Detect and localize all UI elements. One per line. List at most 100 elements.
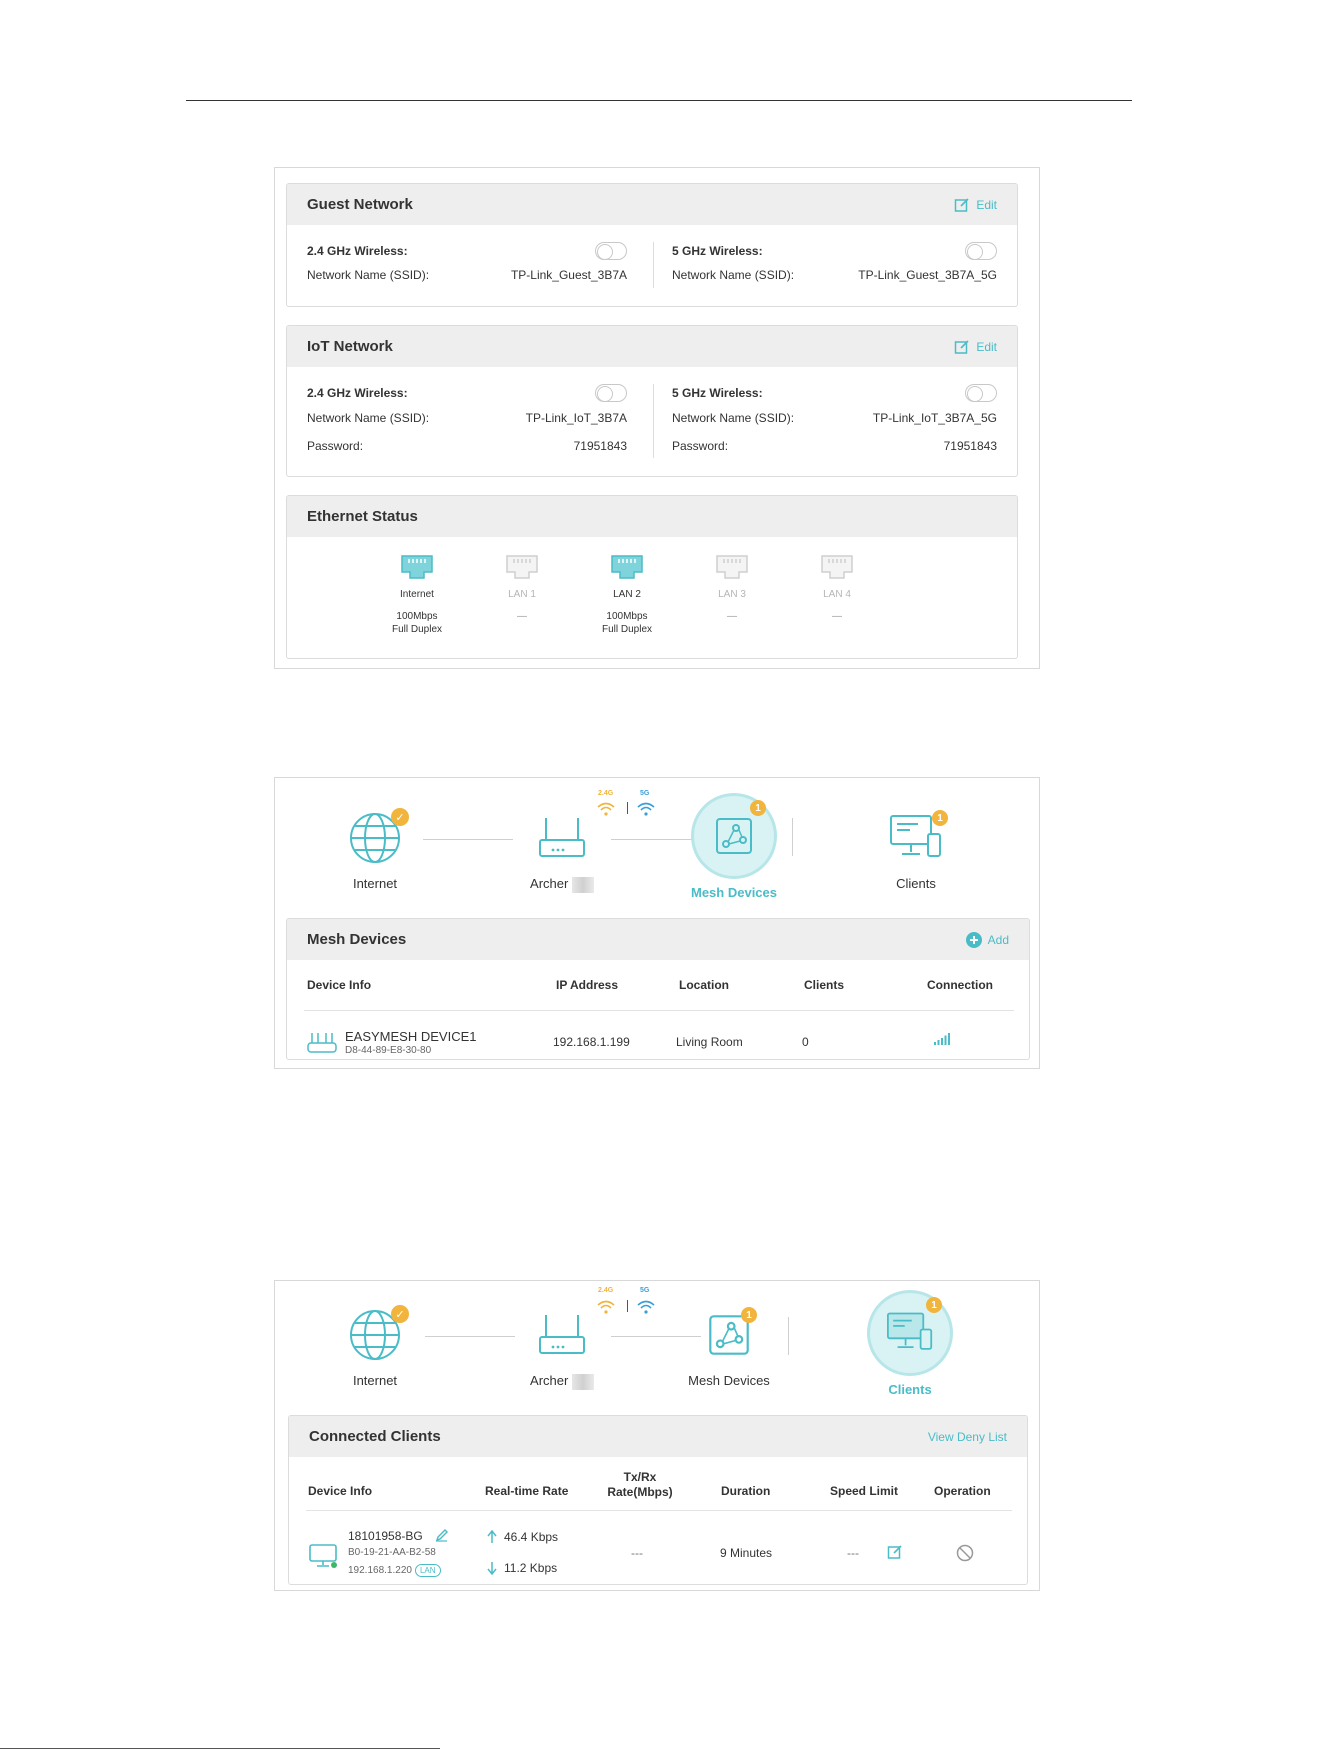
edit-speed-limit-icon[interactable] xyxy=(887,1544,903,1560)
iot-24g-toggle[interactable] xyxy=(595,384,627,402)
band-24g-label: 2.4G xyxy=(598,1287,614,1294)
ethernet-port: LAN 1 — xyxy=(482,554,562,623)
ssid-value: TP-Link_IoT_3B7A_5G xyxy=(872,411,997,425)
port-name: Internet xyxy=(400,589,434,600)
node-label: Internet xyxy=(352,876,398,891)
iot-network-card: IoT Network Edit 2.4 GHz Wireless: Netwo… xyxy=(286,325,1018,477)
topology-internet[interactable]: ✓ Internet xyxy=(320,808,430,891)
band-separator xyxy=(627,1300,628,1312)
col-operation: Operation xyxy=(934,1484,991,1498)
ethernet-port-icon xyxy=(611,555,643,579)
port-name: LAN 3 xyxy=(718,589,746,600)
mesh-icon xyxy=(716,818,752,854)
duration-value: 9 Minutes xyxy=(720,1546,773,1560)
password-value: 71951843 xyxy=(943,439,997,453)
rename-pencil-icon[interactable] xyxy=(435,1528,449,1542)
topology-link xyxy=(423,839,513,840)
ssid-label: Network Name (SSID): xyxy=(307,411,430,425)
txrx-rate: --- xyxy=(631,1546,643,1560)
check-badge-icon: ✓ xyxy=(391,808,409,826)
ethernet-port-icon xyxy=(716,555,748,579)
col-speed-limit: Speed Limit xyxy=(830,1484,899,1498)
topology-internet[interactable]: ✓ Internet xyxy=(320,1305,430,1388)
mesh-router-icon xyxy=(307,1033,337,1053)
mesh-devices-screenshot: 2.4G 5G ✓ Internet Archer 1 Mesh Devices… xyxy=(274,777,1040,1069)
client-mac: B0-19-21-AA-B2-58 xyxy=(348,1547,436,1558)
port-speed: 100Mbps xyxy=(396,611,438,622)
topology-router[interactable]: Archer xyxy=(507,808,617,893)
guest-network-card: Guest Network Edit 2.4 GHz Wireless: Net… xyxy=(286,183,1018,307)
edit-label: Edit xyxy=(976,339,997,354)
col-connection: Connection xyxy=(927,978,993,992)
edit-button[interactable]: Edit xyxy=(954,339,997,355)
redacted-model xyxy=(571,876,594,893)
edit-icon xyxy=(955,197,969,212)
speed-limit-value: --- xyxy=(847,1546,859,1560)
topology-mesh-devices[interactable]: 1 Mesh Devices xyxy=(674,1305,784,1388)
guest-24g-toggle[interactable] xyxy=(595,242,627,260)
port-name: LAN 4 xyxy=(823,589,851,600)
mesh-devices-card: Mesh Devices Add Device Info IP Address … xyxy=(286,918,1030,1060)
clients-count-badge: 1 xyxy=(926,1297,942,1313)
router-icon xyxy=(539,818,585,857)
col-device-info: Device Info xyxy=(307,978,372,992)
ethernet-port: LAN 3 — xyxy=(692,554,772,623)
port-speed: 100Mbps xyxy=(606,611,648,622)
signal-strength-icon xyxy=(934,1033,950,1045)
password-label: Password: xyxy=(307,439,364,453)
card-title: Connected Clients xyxy=(309,1428,441,1445)
block-icon[interactable] xyxy=(956,1544,974,1562)
band-label: 5 GHz Wireless: xyxy=(672,386,763,400)
node-label: Archer xyxy=(507,1373,617,1390)
edit-button[interactable]: Edit xyxy=(954,197,997,213)
connection-type-badge: LAN xyxy=(414,1564,441,1577)
band-label: 2.4 GHz Wireless: xyxy=(307,244,408,258)
band-separator xyxy=(627,802,628,814)
col-txrx-line2: Rate(Mbps) xyxy=(607,1485,673,1499)
card-title: Guest Network xyxy=(307,196,413,213)
password-label: Password: xyxy=(672,439,729,453)
ssid-label: Network Name (SSID): xyxy=(672,268,795,282)
card-title: Ethernet Status xyxy=(307,508,418,525)
guest-5g-toggle[interactable] xyxy=(965,242,997,260)
topology-divider xyxy=(788,1317,789,1355)
ethernet-port-icon xyxy=(821,555,853,579)
page-header-rule xyxy=(186,100,1132,101)
topology-clients[interactable]: 1 Clients xyxy=(855,1293,965,1397)
ssid-label: Network Name (SSID): xyxy=(672,411,795,425)
ethernet-port-icon xyxy=(506,555,538,579)
topology-router[interactable]: Archer xyxy=(507,1305,617,1390)
router-model-label: Archer xyxy=(530,1373,569,1388)
node-label: Internet xyxy=(352,1373,398,1388)
arrow-up-icon xyxy=(487,1530,497,1543)
ethernet-status-card: Ethernet Status Internet 100Mbps Full Dupl… xyxy=(286,495,1018,659)
col-location: Location xyxy=(679,978,729,992)
col-duration: Duration xyxy=(721,1484,771,1498)
device-mac: D8-44-89-E8-30-80 xyxy=(345,1045,432,1056)
view-deny-list-link[interactable]: View Deny List xyxy=(928,1430,1007,1444)
clients-icon xyxy=(887,1312,933,1350)
node-label: Clients xyxy=(888,1382,932,1397)
client-name: 18101958-BG xyxy=(348,1529,423,1543)
edit-label: Edit xyxy=(976,197,997,212)
topology-clients[interactable]: 1 Clients xyxy=(861,808,971,891)
port-speed: — xyxy=(517,611,527,622)
port-speed: — xyxy=(727,611,737,622)
header-divider xyxy=(304,1010,1014,1011)
port-name: LAN 2 xyxy=(613,589,641,600)
ssid-value: TP-Link_Guest_3B7A_5G xyxy=(858,268,997,282)
router-model-label: Archer xyxy=(530,876,569,891)
port-speed: — xyxy=(832,611,842,622)
node-label: Mesh Devices xyxy=(691,885,777,900)
ssid-value: TP-Link_Guest_3B7A xyxy=(510,268,627,282)
edit-icon xyxy=(955,339,969,354)
add-button[interactable]: Add xyxy=(965,931,1009,948)
card-title: Mesh Devices xyxy=(307,931,407,948)
topology-mesh-devices[interactable]: 1 Mesh Devices xyxy=(679,796,789,900)
ssid-label: Network Name (SSID): xyxy=(307,268,430,282)
add-icon xyxy=(965,931,982,948)
check-badge-icon: ✓ xyxy=(391,1305,409,1323)
node-label: Archer xyxy=(507,876,617,893)
clients-count-badge: 1 xyxy=(932,810,948,826)
iot-5g-toggle[interactable] xyxy=(965,384,997,402)
